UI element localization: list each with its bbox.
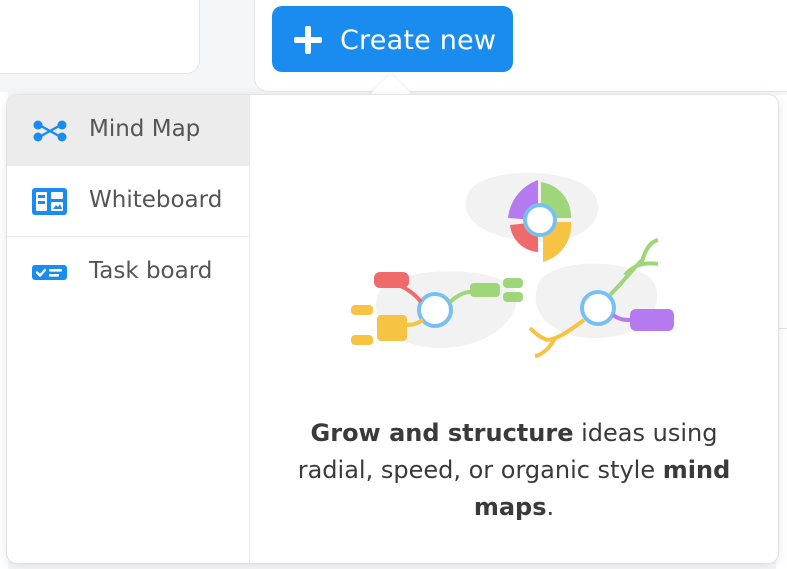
menu-item-label: Whiteboard [89,187,223,213]
whiteboard-icon [32,188,68,216]
preview-panel: Grow and structure ideas using radial, s… [250,95,778,563]
menu-item-whiteboard[interactable]: Whiteboard [7,166,249,237]
mind-map-icon [32,117,68,145]
create-new-button[interactable]: Create new [272,6,513,72]
mind-map-illustration [351,172,674,358]
background-card [0,0,200,74]
task-board-icon [32,259,68,287]
plus-icon [294,26,322,54]
preview-description: Grow and structure ideas using radial, s… [280,415,748,526]
menu-item-mind-map[interactable]: Mind Map [7,95,249,166]
create-new-dropdown: Mind Map Whiteboard Task board Grow and … [7,95,778,563]
create-type-menu: Mind Map Whiteboard Task board [7,95,250,563]
description-bold: Grow and structure [310,419,574,447]
menu-item-label: Mind Map [89,116,201,142]
menu-item-task-board[interactable]: Task board [7,237,249,308]
menu-item-label: Task board [89,258,213,284]
description-text: . [546,493,555,521]
create-new-label: Create new [340,25,497,56]
